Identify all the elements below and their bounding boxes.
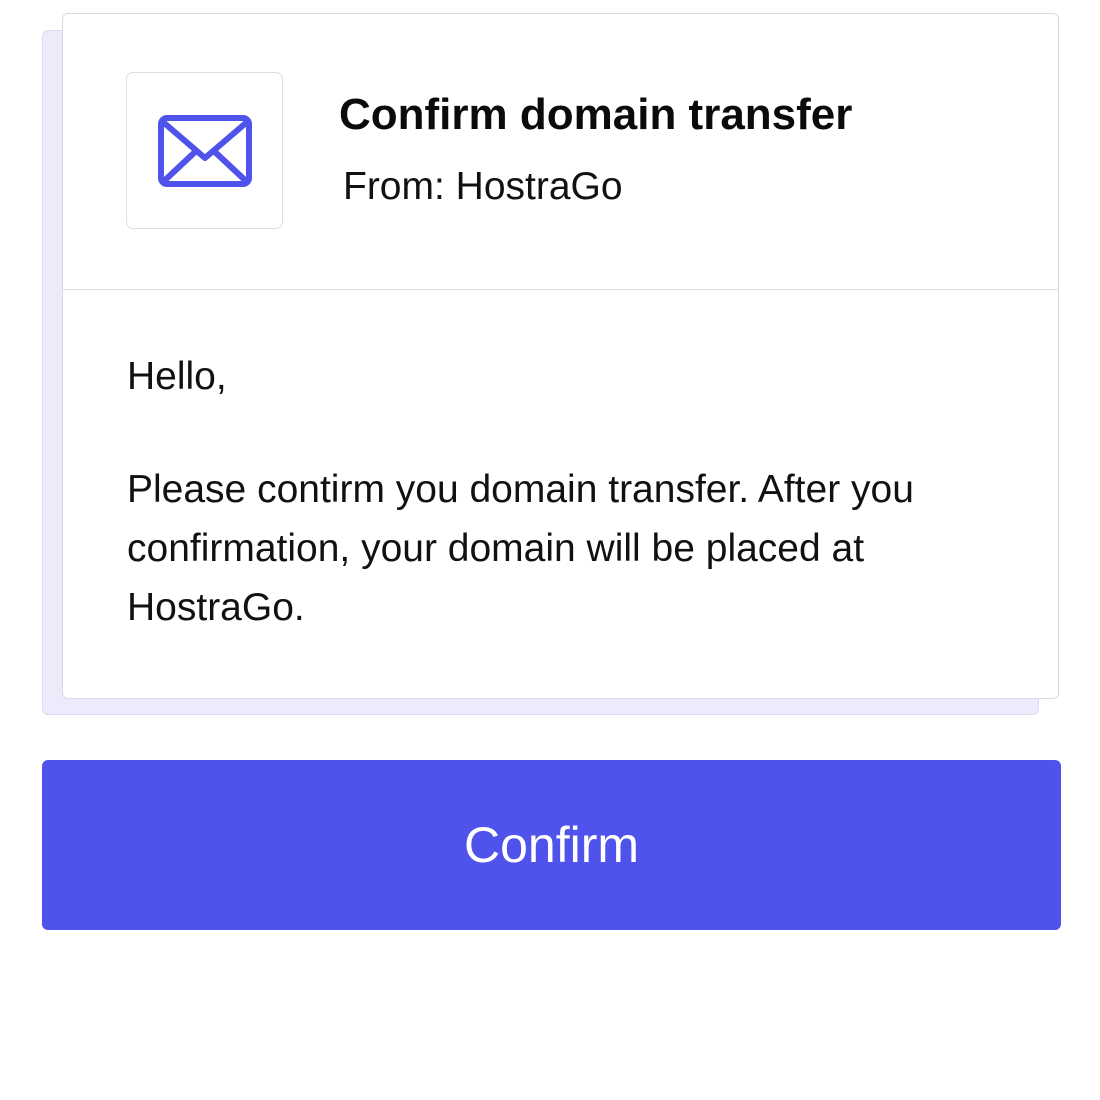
email-sender: From: HostraGo: [343, 165, 623, 208]
email-header: Confirm domain transfer From: HostraGo: [63, 14, 1058, 290]
email-message: Please contirm you domain transfer. Afte…: [127, 468, 914, 629]
email-card: Confirm domain transfer From: HostraGo H…: [62, 13, 1059, 699]
email-subject: Confirm domain transfer: [339, 90, 853, 139]
email-body: Hello, Please contirm you domain transfe…: [127, 347, 1007, 637]
confirm-button[interactable]: Confirm: [42, 760, 1061, 930]
mail-icon-container: [126, 72, 283, 229]
mail-icon: [157, 114, 252, 187]
email-greeting: Hello,: [127, 355, 227, 398]
